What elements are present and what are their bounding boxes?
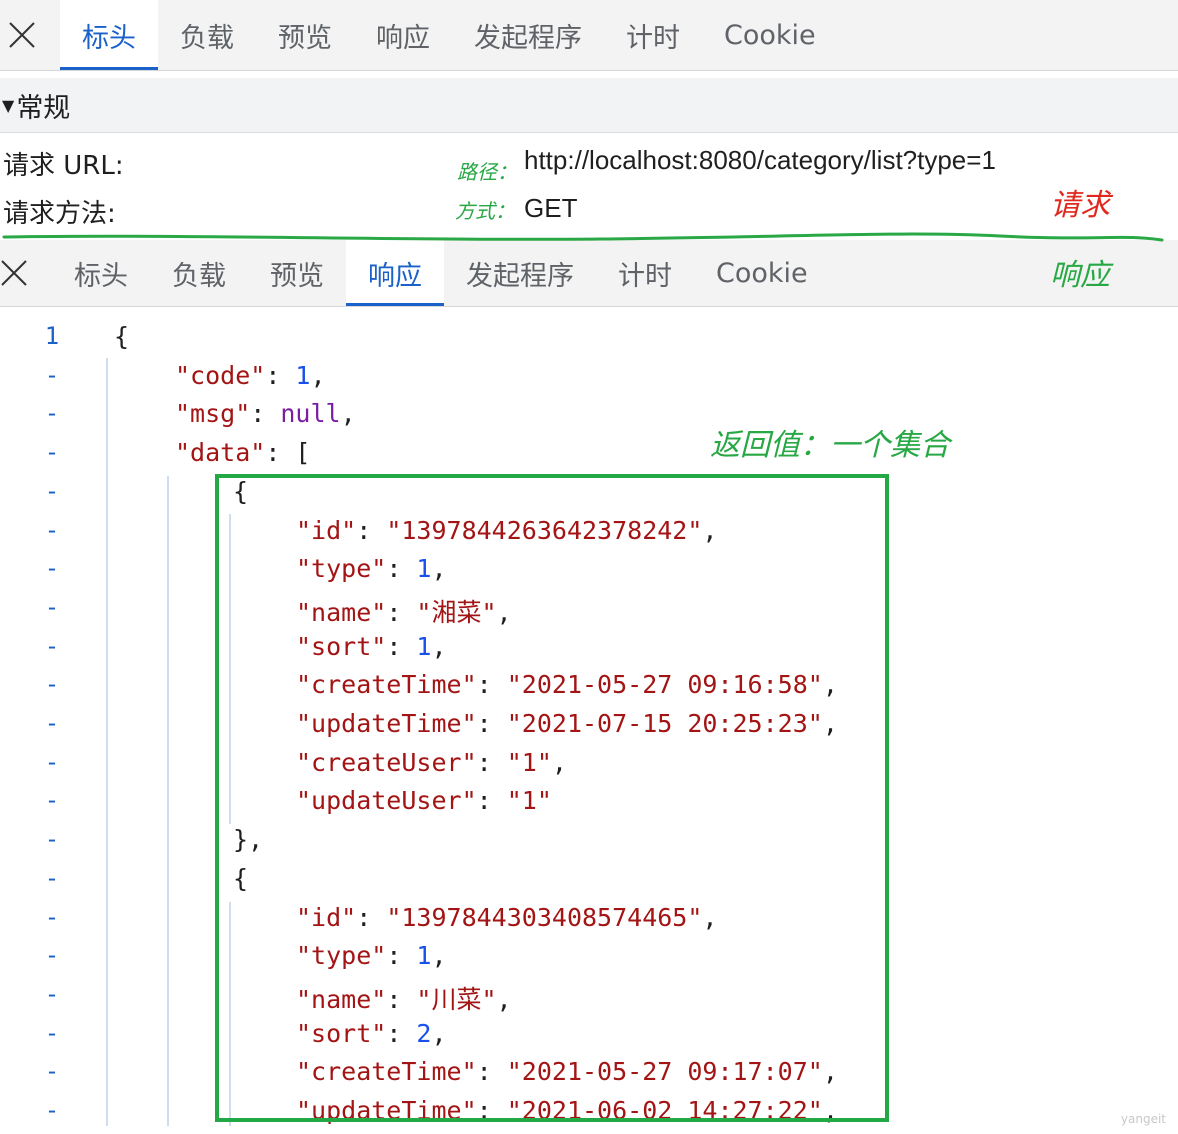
code-line: "msg": null, [175, 399, 356, 437]
code-token: "data" [175, 438, 266, 467]
tab-response[interactable]: 响应 [346, 240, 444, 306]
tab-response[interactable]: 响应 [354, 0, 452, 70]
code-line: { [114, 322, 129, 360]
line-number: - [44, 632, 60, 660]
code-token: : [ [265, 438, 311, 467]
close-panel-button[interactable] [0, 0, 44, 70]
line-number: - [44, 786, 60, 814]
line-number: - [44, 438, 60, 466]
top-tab-bar: 标头 负载 预览 响应 发起程序 计时 Cookie [0, 0, 1178, 71]
tab-timing[interactable]: 计时 [604, 0, 702, 70]
close-panel-button-2[interactable] [0, 240, 28, 306]
indent-guide [106, 358, 108, 1126]
code-token: "code" [175, 361, 266, 390]
request-url-label: 请求 URL: [3, 151, 124, 181]
code-token: , [340, 399, 356, 428]
code-token: 1 [295, 361, 311, 390]
general-section-header[interactable]: ▼ 常规 [0, 78, 1178, 133]
tab-cookies[interactable]: Cookie [702, 0, 838, 70]
request-url-value: http://localhost:8080/category/list?type… [524, 145, 996, 175]
line-number: - [44, 980, 60, 1008]
general-section-title: 常规 [16, 92, 71, 124]
code-line: "code": 1, [175, 361, 326, 399]
line-number: - [44, 399, 60, 427]
code-line: "data": [ [175, 438, 310, 476]
tab-cookies[interactable]: Cookie [694, 240, 830, 306]
return-value-highlight-box [215, 474, 889, 1122]
line-number: - [44, 1019, 60, 1047]
path-annotation: 路径： [457, 160, 517, 184]
code-token: { [114, 322, 130, 351]
response-annotation: 响应 [1050, 258, 1110, 293]
code-token: : [265, 361, 296, 390]
line-number: - [44, 709, 60, 737]
code-token: : [250, 399, 281, 428]
triangle-down-icon: ▼ [2, 95, 15, 115]
line-number: - [44, 864, 60, 892]
tab-preview[interactable]: 预览 [256, 0, 354, 70]
line-number: - [44, 1057, 60, 1085]
request-method-value: GET [524, 193, 578, 223]
close-icon [9, 22, 35, 48]
line-number: - [44, 903, 60, 931]
line-number: - [44, 554, 60, 582]
line-number: - [44, 593, 60, 621]
line-number: - [44, 1096, 60, 1124]
separator-stroke [2, 232, 1164, 242]
line-number: - [44, 361, 60, 389]
tab-headers[interactable]: 标头 [52, 240, 150, 306]
tab-headers[interactable]: 标头 [60, 0, 158, 70]
method-annotation: 方式： [455, 199, 515, 223]
code-token: null [280, 399, 341, 428]
tab-initiator[interactable]: 发起程序 [444, 240, 596, 306]
line-number: - [44, 825, 60, 853]
tab-payload[interactable]: 负载 [158, 0, 256, 70]
line-number: - [44, 670, 60, 698]
line-number: - [44, 516, 60, 544]
return-value-annotation: 返回值：一个集合 [710, 428, 950, 463]
line-number: - [44, 477, 60, 505]
tab-preview[interactable]: 预览 [248, 240, 346, 306]
code-token: "msg" [175, 399, 251, 428]
watermark: yangeit [1120, 1112, 1166, 1126]
line-number: - [44, 748, 60, 776]
indent-guide [167, 476, 169, 1126]
tab-initiator[interactable]: 发起程序 [452, 0, 604, 70]
close-icon [1, 260, 27, 286]
code-token: , [310, 361, 326, 390]
request-method-label: 请求方法: [3, 199, 116, 229]
tab-payload[interactable]: 负载 [150, 240, 248, 306]
request-annotation: 请求 [1050, 188, 1110, 223]
line-number: 1 [44, 322, 60, 350]
response-tab-bar: 标头 负载 预览 响应 发起程序 计时 Cookie [0, 240, 1178, 307]
line-number: - [44, 941, 60, 969]
tab-timing[interactable]: 计时 [596, 240, 694, 306]
